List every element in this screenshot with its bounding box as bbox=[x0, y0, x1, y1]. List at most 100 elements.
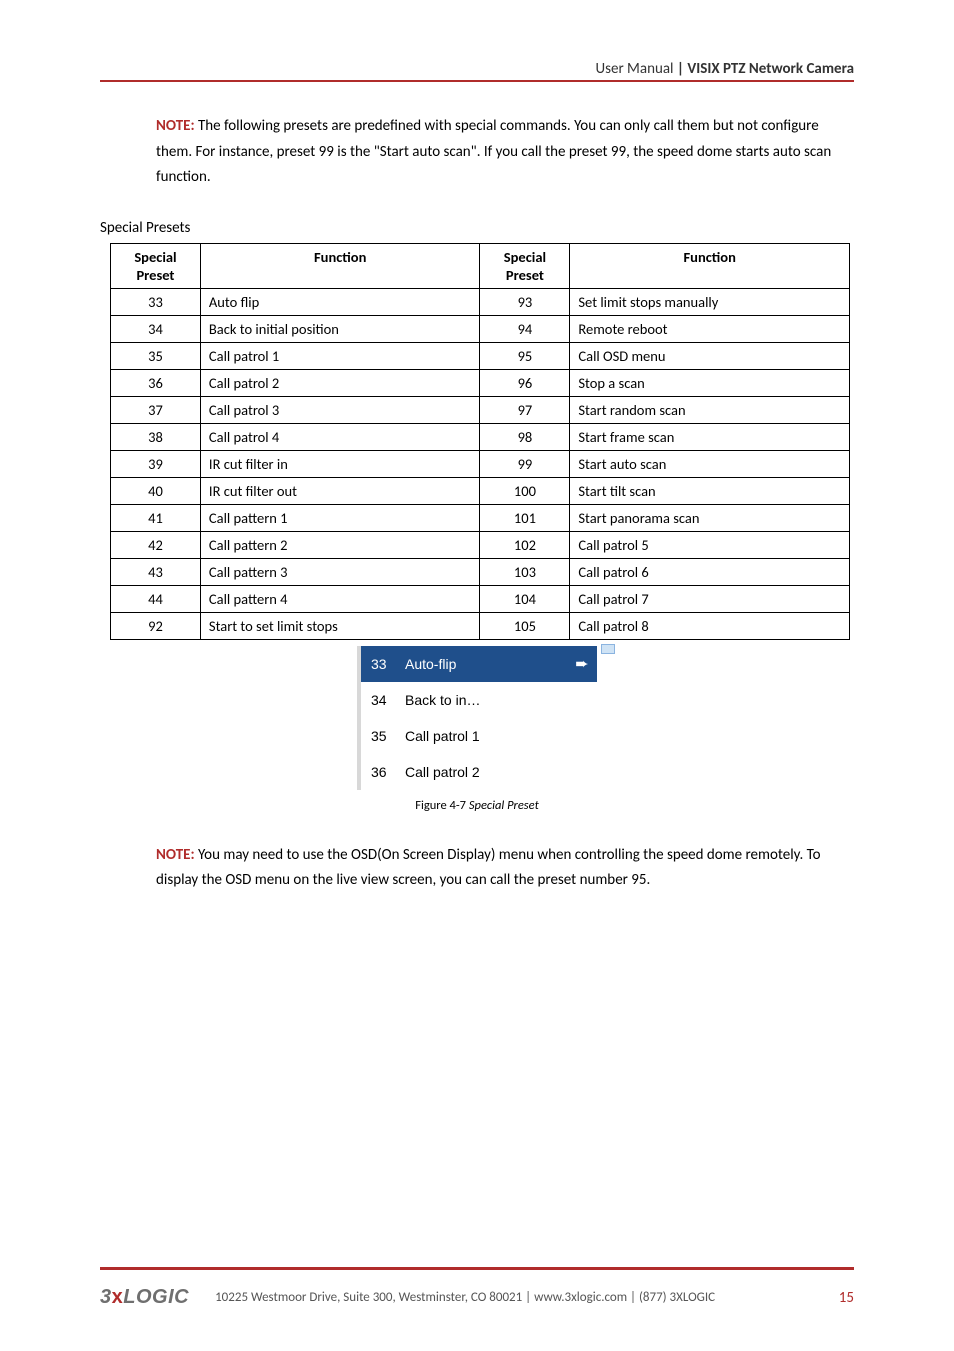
call-preset-arrow-icon[interactable]: ➨ bbox=[567, 654, 597, 674]
cell-preset: 34 bbox=[111, 315, 201, 342]
cell-function: Stop a scan bbox=[570, 369, 850, 396]
figure-caption: Figure 4-7 Special Preset bbox=[357, 798, 597, 813]
note-1: NOTE: The following presets are predefin… bbox=[156, 114, 844, 191]
cell-preset: 41 bbox=[111, 504, 201, 531]
header-product-name: | VISIX PTZ Network Camera bbox=[677, 60, 854, 78]
table-row: 38Call patrol 498Start frame scan bbox=[111, 423, 850, 450]
table-row: 39IR cut filter in99Start auto scan bbox=[111, 450, 850, 477]
preset-list-item[interactable]: 35Call patrol 1 bbox=[361, 718, 597, 754]
cell-function: Call pattern 2 bbox=[200, 531, 480, 558]
note-label-2: NOTE: bbox=[156, 846, 195, 864]
th-function-1: Function bbox=[200, 243, 480, 288]
cell-preset: 95 bbox=[480, 342, 570, 369]
preset-item-label: Call patrol 2 bbox=[405, 764, 567, 780]
th-function-2: Function bbox=[570, 243, 850, 288]
th-special-preset-2: Special Preset bbox=[480, 243, 570, 288]
cell-function: Call patrol 5 bbox=[570, 531, 850, 558]
logo-part-1: 3 bbox=[100, 1286, 112, 1308]
page-header: User Manual | VISIX PTZ Network Camera bbox=[100, 60, 854, 90]
cell-preset: 35 bbox=[111, 342, 201, 369]
cell-function: Auto flip bbox=[200, 288, 480, 315]
cell-function: Call pattern 4 bbox=[200, 585, 480, 612]
page-footer: 3xLOGIC 10225 Westmoor Drive, Suite 300,… bbox=[100, 1267, 854, 1309]
note-2: NOTE: You may need to use the OSD(On Scr… bbox=[156, 843, 844, 894]
table-row: 36Call patrol 296Stop a scan bbox=[111, 369, 850, 396]
table-row: 41Call pattern 1101Start panorama scan bbox=[111, 504, 850, 531]
special-presets-table: Special Preset Function Special Preset F… bbox=[110, 243, 850, 640]
figure-marker-icon bbox=[601, 644, 615, 654]
footer-divider bbox=[100, 1267, 854, 1270]
preset-list-item[interactable]: 36Call patrol 2 bbox=[361, 754, 597, 790]
cell-preset: 44 bbox=[111, 585, 201, 612]
table-row: 92Start to set limit stops105Call patrol… bbox=[111, 612, 850, 639]
cell-preset: 97 bbox=[480, 396, 570, 423]
preset-item-label: Call patrol 1 bbox=[405, 728, 567, 744]
brand-logo: 3xLOGIC bbox=[100, 1286, 189, 1309]
cell-function: Call patrol 1 bbox=[200, 342, 480, 369]
table-title: Special Presets bbox=[100, 219, 854, 237]
cell-preset: 43 bbox=[111, 558, 201, 585]
cell-function: Start to set limit stops bbox=[200, 612, 480, 639]
table-row: 42Call pattern 2102Call patrol 5 bbox=[111, 531, 850, 558]
cell-function: Start panorama scan bbox=[570, 504, 850, 531]
logo-part-x: x bbox=[112, 1286, 124, 1308]
cell-preset: 98 bbox=[480, 423, 570, 450]
cell-function: Start auto scan bbox=[570, 450, 850, 477]
cell-function: Call patrol 8 bbox=[570, 612, 850, 639]
cell-function: Call OSD menu bbox=[570, 342, 850, 369]
cell-preset: 42 bbox=[111, 531, 201, 558]
preset-item-number: 33 bbox=[361, 656, 405, 672]
table-row: 33Auto flip93Set limit stops manually bbox=[111, 288, 850, 315]
preset-item-number: 36 bbox=[361, 764, 405, 780]
cell-preset: 36 bbox=[111, 369, 201, 396]
preset-item-number: 35 bbox=[361, 728, 405, 744]
cell-function: Set limit stops manually bbox=[570, 288, 850, 315]
cell-preset: 93 bbox=[480, 288, 570, 315]
note-label: NOTE: bbox=[156, 117, 195, 135]
header-divider bbox=[100, 80, 854, 82]
figure-caption-prefix: Figure 4-7 bbox=[415, 798, 469, 813]
table-row: 35Call patrol 195Call OSD menu bbox=[111, 342, 850, 369]
cell-function: Remote reboot bbox=[570, 315, 850, 342]
cell-preset: 96 bbox=[480, 369, 570, 396]
cell-preset: 105 bbox=[480, 612, 570, 639]
cell-preset: 94 bbox=[480, 315, 570, 342]
table-row: 34Back to initial position94Remote reboo… bbox=[111, 315, 850, 342]
cell-preset: 38 bbox=[111, 423, 201, 450]
table-row: 37Call patrol 397Start random scan bbox=[111, 396, 850, 423]
preset-item-label: Back to in… bbox=[405, 692, 567, 708]
cell-preset: 100 bbox=[480, 477, 570, 504]
table-row: 44Call pattern 4104Call patrol 7 bbox=[111, 585, 850, 612]
footer-address: 10225 Westmoor Drive, Suite 300, Westmin… bbox=[189, 1290, 819, 1305]
header-manual-label: User Manual bbox=[595, 60, 676, 78]
preset-list-item[interactable]: 33Auto-flip➨ bbox=[361, 646, 597, 682]
cell-preset: 39 bbox=[111, 450, 201, 477]
cell-function: Call patrol 2 bbox=[200, 369, 480, 396]
preset-list-item[interactable]: 34Back to in… bbox=[361, 682, 597, 718]
cell-function: Start tilt scan bbox=[570, 477, 850, 504]
cell-function: Call pattern 1 bbox=[200, 504, 480, 531]
cell-preset: 99 bbox=[480, 450, 570, 477]
cell-preset: 101 bbox=[480, 504, 570, 531]
cell-preset: 33 bbox=[111, 288, 201, 315]
cell-function: IR cut filter out bbox=[200, 477, 480, 504]
cell-function: Call patrol 6 bbox=[570, 558, 850, 585]
figure-special-preset: 33Auto-flip➨34Back to in…35Call patrol 1… bbox=[357, 646, 597, 813]
cell-preset: 40 bbox=[111, 477, 201, 504]
cell-preset: 102 bbox=[480, 531, 570, 558]
cell-preset: 92 bbox=[111, 612, 201, 639]
table-row: 43Call pattern 3103Call patrol 6 bbox=[111, 558, 850, 585]
cell-function: Call patrol 4 bbox=[200, 423, 480, 450]
cell-function: Call pattern 3 bbox=[200, 558, 480, 585]
cell-preset: 104 bbox=[480, 585, 570, 612]
cell-function: Start random scan bbox=[570, 396, 850, 423]
table-row: 40IR cut filter out100Start tilt scan bbox=[111, 477, 850, 504]
cell-preset: 103 bbox=[480, 558, 570, 585]
cell-function: Call patrol 7 bbox=[570, 585, 850, 612]
note-text: The following presets are predefined wit… bbox=[156, 117, 831, 186]
logo-part-2: LOGIC bbox=[123, 1286, 189, 1308]
cell-function: Back to initial position bbox=[200, 315, 480, 342]
preset-item-number: 34 bbox=[361, 692, 405, 708]
page-number: 15 bbox=[819, 1289, 854, 1307]
preset-item-label: Auto-flip bbox=[405, 656, 567, 672]
